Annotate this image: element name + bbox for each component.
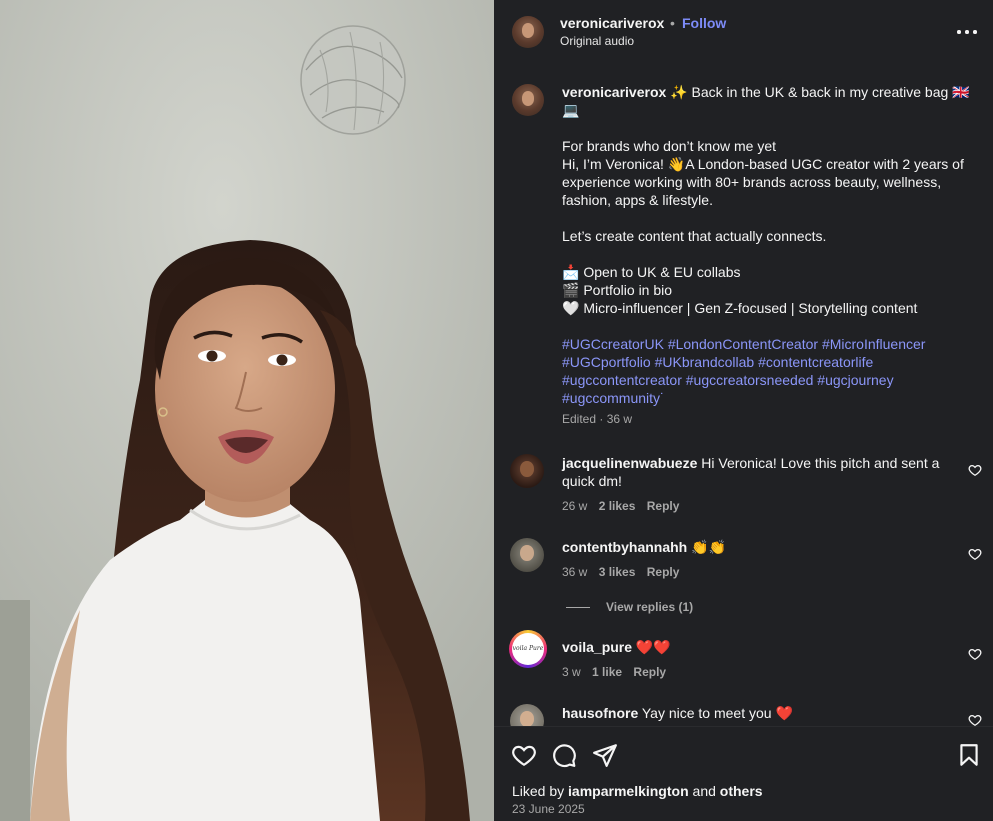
hashtag[interactable]: #ugccreatorsneeded <box>686 372 814 388</box>
hashtag-list: #UGCcreatorUK #LondonContentCreator #Mic… <box>562 335 972 407</box>
hashtag[interactable]: #LondonContentCreator <box>668 336 818 352</box>
liked-by-prefix: Liked by <box>512 783 569 799</box>
hashtag[interactable]: #UGCcreatorUK <box>562 336 664 352</box>
post-caption: veronicariverox ✨ Back in the UK & back … <box>562 83 972 427</box>
comment-likes[interactable]: 2 likes <box>599 499 636 513</box>
hashtag[interactable]: #UKbrandcollab <box>655 354 755 370</box>
liked-by: Liked by iamparmelkington and others <box>512 783 763 799</box>
comment-body: 👏👏 <box>687 539 726 555</box>
video-frame <box>0 0 494 821</box>
comment-icon[interactable] <box>551 742 577 768</box>
hashtag[interactable]: #MicroInfluencer <box>822 336 926 352</box>
reply-button[interactable]: Reply <box>647 565 680 579</box>
hashtag[interactable]: #ugccontentcreator <box>562 372 682 388</box>
reply-button[interactable]: Reply <box>647 499 680 513</box>
hashtag-suffix: ˙ <box>660 390 665 406</box>
caption-line-7: 🤍 Micro-influencer | Gen Z-focused | Sto… <box>562 300 918 316</box>
comment-likes[interactable]: 1 like <box>592 665 622 679</box>
commenter-avatar[interactable] <box>510 704 544 726</box>
caption-line-4: Let’s create content that actually conne… <box>562 228 827 244</box>
liked-by-and: and <box>688 783 720 799</box>
caption-meta: Edited · 36 w <box>562 412 633 426</box>
reel-video[interactable] <box>0 0 494 821</box>
more-icon[interactable] <box>956 22 978 42</box>
commenter-avatar[interactable] <box>510 454 544 488</box>
view-replies-button[interactable]: View replies (1) <box>566 600 693 614</box>
follow-button[interactable]: Follow <box>682 15 726 31</box>
comment-meta: 26 w 2 likes Reply <box>562 499 687 513</box>
audio-label[interactable]: Original audio <box>560 34 634 48</box>
comment-text: jacquelinenwabueze Hi Veronica! Love thi… <box>562 454 952 490</box>
caption-line-6: 🎬 Portfolio in bio <box>562 282 673 298</box>
share-icon[interactable] <box>592 742 618 768</box>
post-header: veronicariverox • Follow Original audio <box>494 0 993 64</box>
comment-text: voila_pure ❤️❤️ <box>562 638 952 656</box>
comment-age: 36 w <box>562 565 588 579</box>
hashtag[interactable]: #ugcjourney <box>817 372 893 388</box>
comment-body: ❤️❤️ <box>632 639 671 655</box>
bookmark-icon[interactable] <box>956 742 982 768</box>
comment-body: Yay nice to meet you ❤️ <box>638 705 793 721</box>
commenter-username[interactable]: voila_pure <box>562 639 632 655</box>
post-panel: veronicariverox • Follow Original audio … <box>494 0 993 821</box>
comment-text: contentbyhannahh 👏👏 <box>562 538 952 556</box>
liked-by-user[interactable]: iamparmelkington <box>568 783 689 799</box>
avatar-logo-text: voila Pure <box>512 633 544 665</box>
commenter-avatar[interactable]: voila Pure <box>509 630 547 668</box>
caption-line-3: Hi, I’m Veronica! 👋A London-based UGC cr… <box>562 156 964 208</box>
caption-username[interactable]: veronicariverox <box>562 84 666 100</box>
hashtag[interactable]: #contentcreatorlife <box>758 354 873 370</box>
heart-icon[interactable] <box>968 647 982 661</box>
hashtag[interactable]: #UGCportfolio <box>562 354 651 370</box>
comment-age: 3 w <box>562 665 581 679</box>
comment-likes[interactable]: 3 likes <box>599 565 636 579</box>
comment-meta: 3 w 1 like Reply <box>562 665 674 679</box>
post-date: 23 June 2025 <box>512 802 585 816</box>
caption-line-2: For brands who don’t know me yet <box>562 138 776 154</box>
heart-icon[interactable] <box>968 463 982 477</box>
hashtag[interactable]: #ugccommunity <box>562 390 660 406</box>
heart-icon[interactable] <box>968 547 982 561</box>
heart-icon[interactable] <box>511 742 537 768</box>
comment-meta: 36 w 3 likes Reply <box>562 565 687 579</box>
caption-avatar[interactable] <box>512 84 544 116</box>
liked-by-others[interactable]: others <box>720 783 763 799</box>
author-avatar[interactable] <box>512 16 544 48</box>
comment-text: hausofnore Yay nice to meet you ❤️ <box>562 704 952 722</box>
reply-button[interactable]: Reply <box>633 665 666 679</box>
view-replies-label: View replies (1) <box>606 600 694 614</box>
lamp-shade <box>300 25 406 135</box>
heart-icon[interactable] <box>968 713 982 726</box>
author-username[interactable]: veronicariverox <box>560 15 664 31</box>
action-bar: Liked by iamparmelkington and others 23 … <box>494 726 993 821</box>
commenter-avatar[interactable] <box>510 538 544 572</box>
comments-scroll[interactable]: veronicariverox ✨ Back in the UK & back … <box>494 64 993 726</box>
commenter-username[interactable]: jacquelinenwabueze <box>562 455 697 471</box>
caption-line-5: 📩 Open to UK & EU collabs <box>562 264 741 280</box>
commenter-username[interactable]: contentbyhannahh <box>562 539 687 555</box>
separator-dot: • <box>670 15 675 31</box>
commenter-username[interactable]: hausofnore <box>562 705 638 721</box>
comment-age: 26 w <box>562 499 588 513</box>
